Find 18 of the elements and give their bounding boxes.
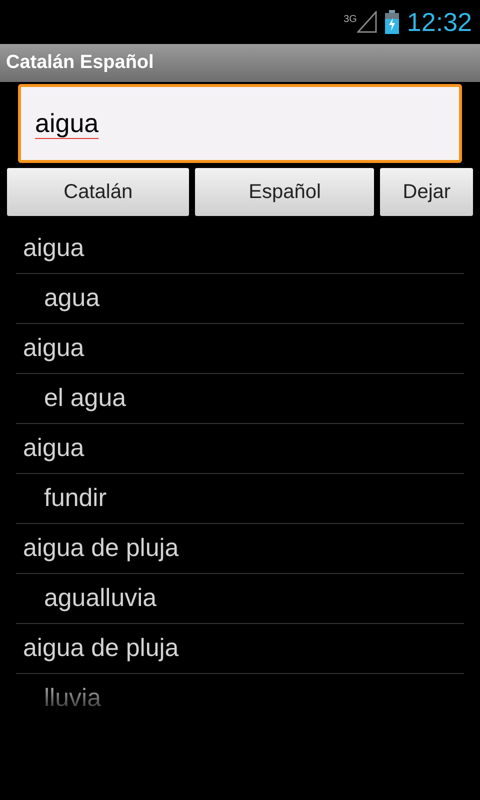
- catalan-term: aigua de pluja: [23, 532, 179, 564]
- spanish-translation: fundir: [44, 482, 107, 514]
- app-title: Catalán Español: [6, 50, 154, 75]
- catalan-term: aigua de pluja: [23, 632, 179, 664]
- language-button[interactable]: Dejar: [380, 168, 473, 216]
- catalan-term: aigua: [23, 332, 84, 364]
- battery-icon: [384, 10, 399, 34]
- language-button[interactable]: Español: [195, 168, 374, 216]
- spanish-translation: agua: [44, 282, 100, 314]
- spanish-translation: agualluvia: [44, 582, 157, 614]
- catalan-term: aigua: [23, 232, 84, 264]
- network-label: 3G: [344, 13, 357, 27]
- spanish-translation: el agua: [44, 382, 126, 414]
- clock: 12:32: [406, 6, 472, 38]
- signal-icon: [356, 11, 377, 33]
- catalan-term: aigua: [23, 432, 84, 464]
- language-button[interactable]: Catalán: [7, 168, 190, 216]
- search-field[interactable]: aigua: [18, 84, 462, 163]
